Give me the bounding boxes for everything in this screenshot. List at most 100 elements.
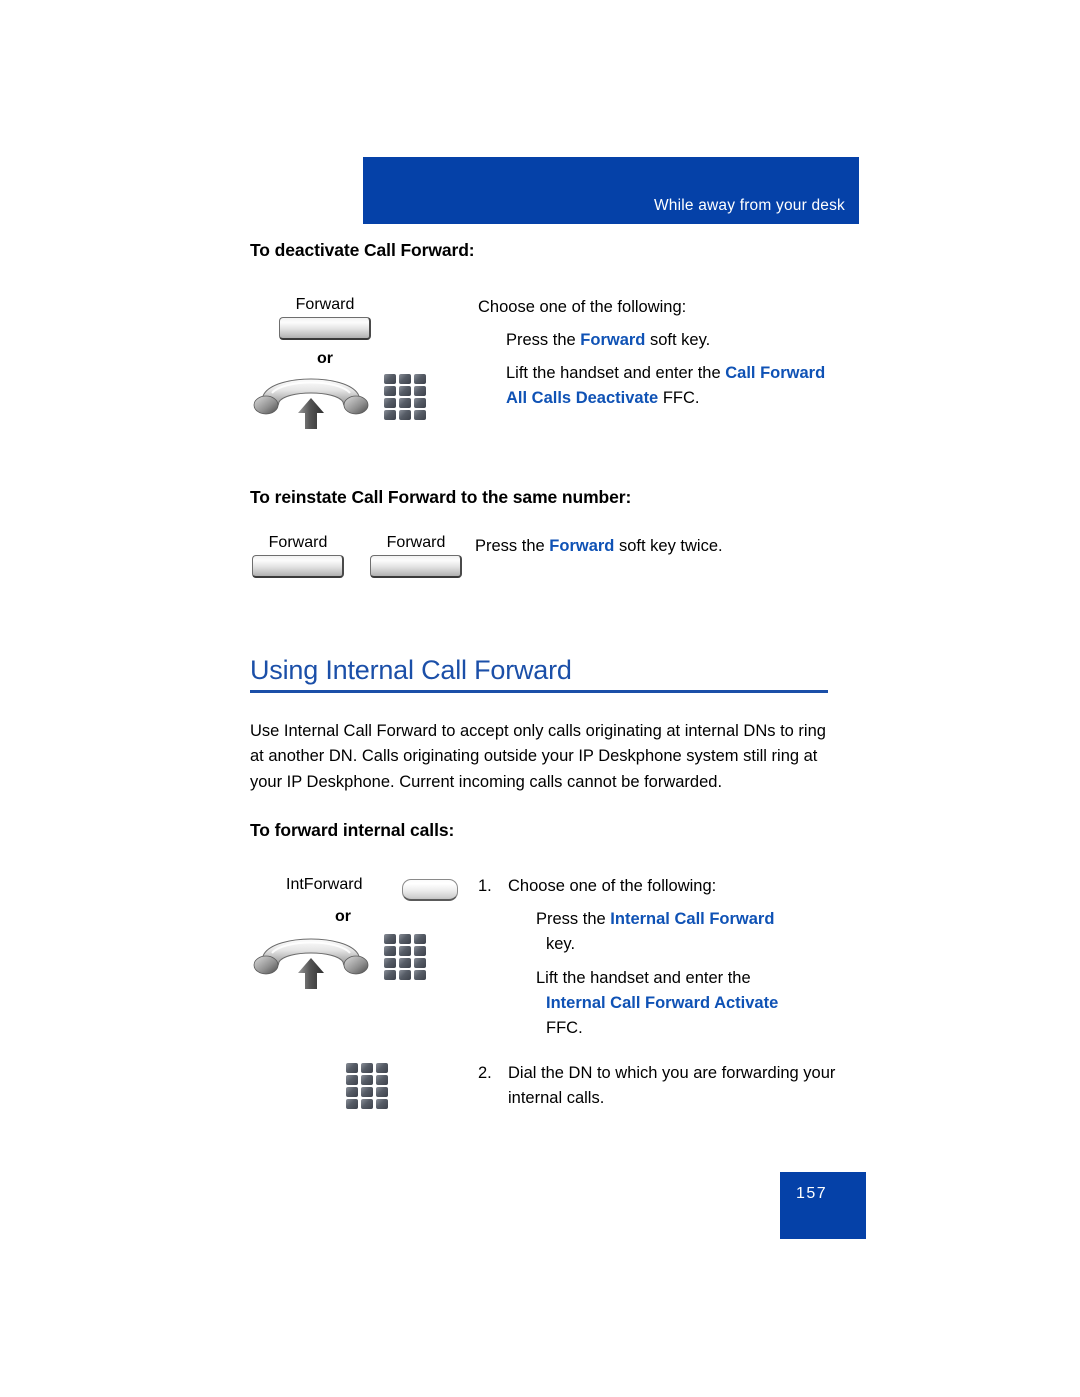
keypad-key: [361, 1087, 373, 1097]
keypad-key: [361, 1099, 373, 1109]
instruction-text-pre: Press the: [506, 331, 581, 349]
step-number: 1.: [478, 877, 492, 895]
keypad-key: [384, 946, 396, 956]
keypad-row: [346, 1099, 394, 1109]
keypad-key: [346, 1075, 358, 1085]
step-text: Dial the DN to which you are forwarding …: [508, 1064, 836, 1107]
graphics-column-internal: IntForward or: [250, 874, 470, 996]
softkey-button-intforward[interactable]: [402, 879, 458, 901]
handset-icon: [253, 938, 369, 989]
keypad-row: [384, 410, 432, 420]
keypad-key: [414, 398, 426, 408]
procedure-title-forward-internal: To forward internal calls:: [250, 820, 455, 840]
handset-and-keypad-graphic: [250, 932, 470, 996]
or-separator-label: or: [317, 350, 333, 367]
text-column-dial: 2. Dial the DN to which you are forwardi…: [478, 1061, 860, 1111]
procedure-deactivate-call-forward: To deactivate Call Forward: Forward or C…: [250, 240, 860, 467]
keypad-key: [399, 374, 411, 384]
instruction-text-post: soft key.: [645, 331, 711, 349]
page-header-bar: While away from your desk: [363, 157, 859, 224]
softkey-label: Forward: [268, 534, 328, 551]
handset-icon: [253, 378, 369, 429]
step-block-dial-dn: 2. Dial the DN to which you are forwardi…: [250, 1061, 860, 1151]
keypad-icon: [384, 374, 432, 422]
keypad-key: [384, 410, 396, 420]
header-title: While away from your desk: [653, 197, 845, 214]
softkey-name-forward: Forward: [549, 537, 615, 555]
keypad-row: [384, 934, 432, 944]
keypad-key: [414, 410, 426, 420]
step-text: Choose one of the following:: [508, 877, 717, 895]
instruction-choose-one: Choose one of the following:: [478, 298, 687, 316]
keypad-icon: [384, 934, 432, 982]
keypad-key: [384, 970, 396, 980]
keypad-key: [384, 386, 396, 396]
keypad-key: [414, 970, 426, 980]
instruction-lift-handset-ffc: Lift the handset and enter the Call Forw…: [506, 361, 836, 411]
keypad-key: [414, 374, 426, 384]
section-heading: Using Internal Call Forward: [250, 655, 572, 685]
keypad-key: [346, 1087, 358, 1097]
keypad-row: [384, 374, 432, 384]
keypad-key: [361, 1063, 373, 1073]
softkey-graphic-forward-second: Forward: [368, 533, 464, 578]
ffc-name-internal-call-forward-activate: Internal Call Forward Activate: [546, 994, 779, 1012]
instruction-text-pre: Press the: [475, 537, 550, 555]
keypad-key: [399, 398, 411, 408]
keypad-key: [376, 1099, 388, 1109]
keypad-key: [414, 958, 426, 968]
feature-key-name-internal-call-forward: Internal Call Forward: [610, 910, 775, 928]
softkey-graphic-forward-first: Forward: [250, 533, 346, 578]
softkey-button-forward[interactable]: [279, 317, 371, 340]
keypad-row: [384, 946, 432, 956]
text-column-internal: 1. Choose one of the following: Press th…: [478, 874, 860, 1041]
step-block-deactivate: Forward or Choose one of the following: …: [250, 295, 860, 467]
instruction-text-post: soft key twice.: [614, 537, 723, 555]
keypad-row: [346, 1087, 394, 1097]
page-number-box: 157: [780, 1172, 866, 1239]
keypad-key: [346, 1063, 358, 1073]
step-block-reinstate: Forward Forward Press the Forward soft k…: [250, 533, 860, 603]
keypad-row: [346, 1063, 394, 1073]
instruction-press-forward-twice: Press the Forward soft key twice.: [475, 534, 723, 559]
procedure-title-reinstate: To reinstate Call Forward to the same nu…: [250, 487, 632, 507]
keypad-key: [399, 934, 411, 944]
softkey-button-forward-2[interactable]: [370, 555, 462, 578]
text-column-deactivate: Choose one of the following: Press the F…: [478, 295, 860, 411]
instruction-text-post: FFC.: [546, 1019, 583, 1037]
keypad-key: [414, 386, 426, 396]
keypad-key: [399, 970, 411, 980]
keypad-row: [384, 970, 432, 980]
instruction-text-pre: Press the: [536, 910, 611, 928]
step-block-forward-internal: IntForward or 1. Choose one of the follo…: [250, 874, 860, 1039]
keypad-key: [384, 934, 396, 944]
keypad-key: [361, 1075, 373, 1085]
keypad-key: [414, 934, 426, 944]
procedure-reinstate-call-forward: To reinstate Call Forward to the same nu…: [250, 487, 860, 603]
page-content: To deactivate Call Forward: Forward or C…: [250, 240, 860, 1151]
keypad-key: [384, 374, 396, 384]
softkey-label: Forward: [295, 296, 355, 313]
numbered-step-2: 2. Dial the DN to which you are forwardi…: [478, 1061, 860, 1111]
keypad-key: [376, 1087, 388, 1097]
softkey-graphic-forward: Forward: [250, 295, 400, 340]
or-separator-label: or: [335, 908, 351, 925]
instruction-text-pre: Lift the handset and enter the: [536, 969, 751, 987]
page-number: 157: [796, 1185, 828, 1202]
instruction-press-internal-call-forward: Press the Internal Call Forward key.: [536, 907, 856, 957]
keypad-key: [376, 1075, 388, 1085]
keypad-key: [399, 410, 411, 420]
keypad-row: [346, 1075, 394, 1085]
keypad-key: [399, 958, 411, 968]
section-using-internal-call-forward: Using Internal Call Forward Use Internal…: [250, 655, 860, 1151]
keypad-key: [399, 386, 411, 396]
softkey-name-forward: Forward: [580, 331, 646, 349]
section-paragraph: Use Internal Call Forward to accept only…: [250, 721, 826, 791]
section-heading-rule: [250, 690, 828, 693]
softkey-label: Forward: [386, 534, 446, 551]
keypad-row: [384, 386, 432, 396]
softkey-button-forward-1[interactable]: [252, 555, 344, 578]
instruction-lift-handset-internal-ffc: Lift the handset and enter the Internal …: [536, 966, 856, 1041]
softkey-graphic-intforward: IntForward: [250, 874, 470, 901]
graphics-column-deactivate: Forward or: [250, 295, 470, 436]
